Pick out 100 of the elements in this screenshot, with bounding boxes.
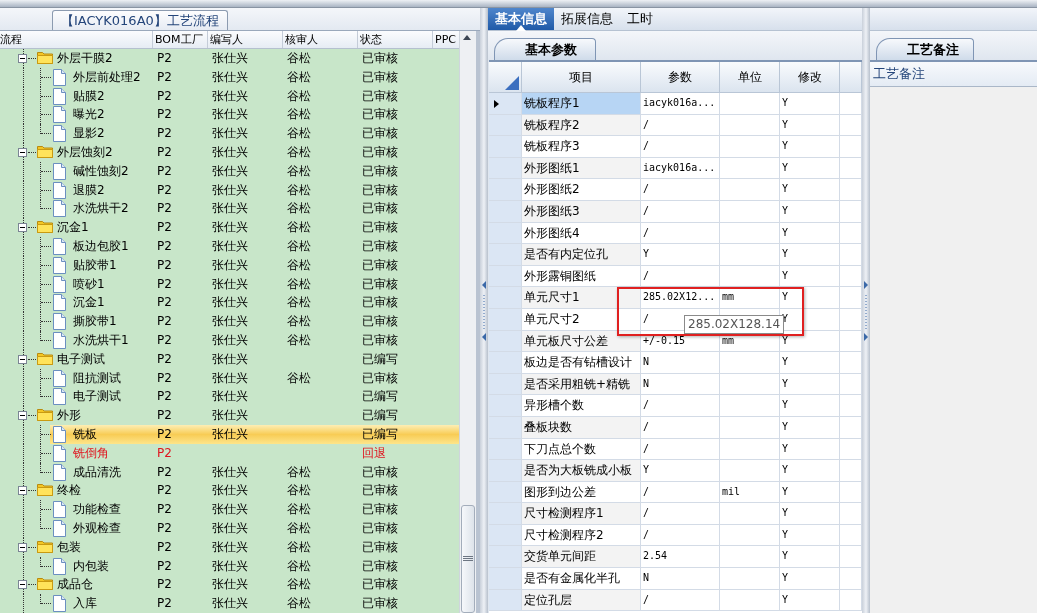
tree-row[interactable]: 板边包胶1 P2 张仕兴 谷松 已审核 [0,236,460,256]
document-icon [53,200,66,218]
table-cell: 张仕兴 [212,502,248,517]
tree-row[interactable]: 外层前处理2 P2 张仕兴 谷松 已审核 [0,67,460,87]
table-cell: P2 [157,107,172,122]
table-cell: 已审核 [362,51,398,65]
tree-row[interactable]: 水洗烘干2 P2 张仕兴 谷松 已审核 [0,199,460,219]
table-cell: mm [720,287,780,309]
column-header[interactable]: 修改 [780,62,840,93]
collapse-icon[interactable] [18,54,27,63]
tree-row[interactable]: 外层干膜2 P2 张仕兴 谷松 已审核 [0,49,460,68]
table-cell [840,244,862,266]
tree-row[interactable]: 电子测试 P2 张仕兴 已编写 [0,387,460,407]
table-cell: 外形图纸4 [522,222,641,245]
table-cell: P2 [157,539,172,554]
tree-row[interactable]: 铣倒角 P2 回退 [0,443,460,463]
tree-row[interactable]: 功能检查 P2 张仕兴 谷松 已审核 [0,500,460,519]
column-header[interactable]: 核审人 [283,31,358,48]
document-icon [53,519,66,537]
tree-row[interactable]: 贴膜2 P2 张仕兴 谷松 已审核 [0,86,460,106]
table-cell: 已审核 [362,502,398,517]
table-cell: N [641,352,720,374]
splitter-handle[interactable] [480,8,488,613]
tree-row[interactable]: 显影2 P2 张仕兴 谷松 已审核 [0,124,460,143]
table-cell: 谷松 [287,577,311,592]
table-cell: 张仕兴 [212,220,248,235]
collapse-icon[interactable] [18,486,27,496]
tab[interactable]: 拓展信息 [554,8,620,30]
tree-row[interactable]: 阻抗测试 P2 张仕兴 谷松 已审核 [0,368,460,388]
document-icon [53,294,66,312]
table-cell: 已审核 [362,145,398,159]
table-cell: P2 [157,238,172,253]
table-cell: P2 [157,220,172,235]
collapse-icon[interactable] [18,542,27,552]
tree-node-label: 显影2 [73,125,105,143]
table-cell: 已编写 [362,426,398,441]
tree-row[interactable]: 终检 P2 张仕兴 谷松 已审核 [0,481,460,501]
section-tab[interactable]: 工艺备注 [876,38,974,60]
table-cell: P2 [157,69,172,84]
table-cell [840,93,862,115]
table-cell: 是否有内定位孔 [522,244,641,266]
tree-node-label: 撕胶带1 [73,313,117,331]
table-cell: 张仕兴 [212,276,248,291]
tab[interactable]: 工时 [620,8,660,30]
column-header[interactable]: 编写人 [208,31,283,48]
document-icon [53,557,66,575]
tab[interactable]: 基本信息 [488,8,554,30]
table-cell: 谷松 [287,539,311,554]
tree-row[interactable]: 碱性蚀刻2 P2 张仕兴 谷松 已审核 [0,161,460,181]
tree-row[interactable]: 入库 P2 张仕兴 谷松 已审核 [0,594,460,613]
tree-row[interactable]: 内包装 P2 张仕兴 谷松 已审核 [0,556,460,576]
tree-row[interactable]: 成品清洗 P2 张仕兴 谷松 已审核 [0,462,460,482]
column-header[interactable]: 状态 [358,31,433,48]
table-cell [720,200,780,223]
column-header[interactable]: 流程 [0,31,153,48]
tree-row[interactable]: 沉金1 P2 张仕兴 谷松 已审核 [0,218,460,237]
tree-row[interactable]: 曝光2 P2 张仕兴 谷松 已审核 [0,105,460,125]
collapse-icon[interactable] [18,580,27,590]
corner-header[interactable] [489,62,522,93]
table-cell: 张仕兴 [212,389,248,404]
table-cell [840,265,862,288]
document-icon [53,463,66,481]
document-icon [53,275,66,293]
tree-row[interactable]: 外观检查 P2 张仕兴 谷松 已审核 [0,518,460,538]
column-header[interactable]: 参数 [641,62,720,93]
table-cell: P2 [157,163,172,178]
table-cell: N [641,568,720,590]
tree-node-label: 贴膜2 [73,87,105,105]
tree-row[interactable]: 成品仓 P2 张仕兴 谷松 已审核 [0,575,460,595]
tree-row[interactable]: 贴胶带1 P2 张仕兴 谷松 已审核 [0,255,460,275]
tree-row[interactable]: 撕胶带1 P2 张仕兴 谷松 已审核 [0,312,460,331]
table-cell: 已审核 [362,558,398,573]
column-header[interactable]: 单位 [720,62,780,93]
collapse-icon[interactable] [18,223,27,233]
tree-row[interactable]: 外层蚀刻2 P2 张仕兴 谷松 已审核 [0,143,460,162]
document-icon [53,444,66,462]
tree-row[interactable]: 喷砂1 P2 张仕兴 谷松 已审核 [0,274,460,294]
table-cell [720,460,780,482]
tree-row[interactable]: 电子测试 P2 张仕兴 已编写 [0,349,460,369]
collapse-icon[interactable] [18,411,27,421]
tree-row[interactable]: 退膜2 P2 张仕兴 谷松 已审核 [0,180,460,200]
table-cell: 谷松 [287,69,311,84]
table-cell: 叠板块数 [522,416,641,439]
table-cell [840,416,862,439]
collapse-icon[interactable] [18,354,27,364]
row-header[interactable] [489,93,522,115]
column-header[interactable]: 项目 [522,62,641,93]
table-cell: 谷松 [287,145,311,159]
splitter-handle[interactable] [862,8,870,613]
document-icon [53,425,66,443]
section-tab[interactable]: 基本参数 [494,38,596,60]
tree-row[interactable]: 水洗烘干1 P2 张仕兴 谷松 已审核 [0,330,460,350]
scrollbar-thumb[interactable] [461,505,475,613]
collapse-icon[interactable] [18,148,27,157]
tree-node-label: 外形 [57,407,81,425]
document-icon [53,369,66,387]
column-header[interactable]: BOM工厂 [153,31,208,48]
tree-row[interactable]: 包装 P2 张仕兴 谷松 已审核 [0,537,460,557]
tree-row[interactable]: 沉金1 P2 张仕兴 谷松 已审核 [0,293,460,313]
tree-node-label: 退膜2 [73,181,105,199]
